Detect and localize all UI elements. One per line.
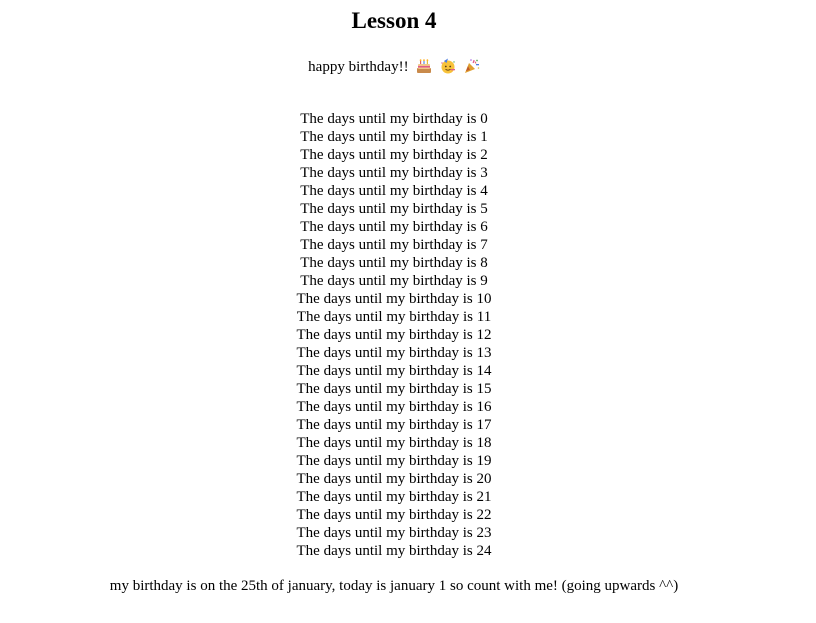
countdown-line: The days until my birthday is 21 xyxy=(296,489,492,505)
countdown-line: The days until my birthday is 10 xyxy=(296,291,492,307)
countdown-line: The days until my birthday is 17 xyxy=(296,417,492,433)
countdown-line: The days until my birthday is 20 xyxy=(296,471,492,487)
countdown-line: The days until my birthday is 11 xyxy=(296,309,492,325)
greeting-text: happy birthday!! xyxy=(308,59,409,75)
countdown-line: The days until my birthday is 3 xyxy=(300,165,488,181)
countdown-line: The days until my birthday is 4 xyxy=(300,183,488,199)
countdown-line: The days until my birthday is 9 xyxy=(300,273,488,289)
countdown-line: The days until my birthday is 23 xyxy=(296,525,492,541)
countdown-line: The days until my birthday is 19 xyxy=(296,453,492,469)
birthday-cake-icon xyxy=(417,59,432,73)
partying-face-icon xyxy=(441,58,456,74)
countdown-line: The days until my birthday is 16 xyxy=(296,399,492,415)
countdown-line: The days until my birthday is 7 xyxy=(300,237,488,253)
party-popper-icon xyxy=(464,59,480,73)
countdown-line: The days until my birthday is 12 xyxy=(296,327,492,343)
countdown-line: The days until my birthday is 14 xyxy=(296,363,492,379)
countdown-line: The days until my birthday is 0 xyxy=(300,111,488,127)
countdown-line: The days until my birthday is 15 xyxy=(296,381,492,397)
footer-text: my birthday is on the 25th of january, t… xyxy=(109,578,679,594)
countdown-line: The days until my birthday is 18 xyxy=(296,435,492,451)
countdown-line: The days until my birthday is 5 xyxy=(300,201,488,217)
greeting-line: happy birthday!! xyxy=(0,57,788,77)
countdown-line: The days until my birthday is 24 xyxy=(296,543,492,559)
countdown-list: The days until my birthday is 0 The days … xyxy=(0,110,788,560)
countdown-line: The days until my birthday is 2 xyxy=(300,147,488,163)
countdown-line: The days until my birthday is 1 xyxy=(300,129,488,145)
countdown-line: The days until my birthday is 8 xyxy=(300,255,488,271)
page-title: Lesson 4 xyxy=(351,8,437,33)
countdown-line: The days until my birthday is 22 xyxy=(296,507,492,523)
countdown-line: The days until my birthday is 6 xyxy=(300,219,488,235)
countdown-line: The days until my birthday is 13 xyxy=(296,345,492,361)
page: Lesson 4 happy birthday!! The days until… xyxy=(0,0,816,623)
